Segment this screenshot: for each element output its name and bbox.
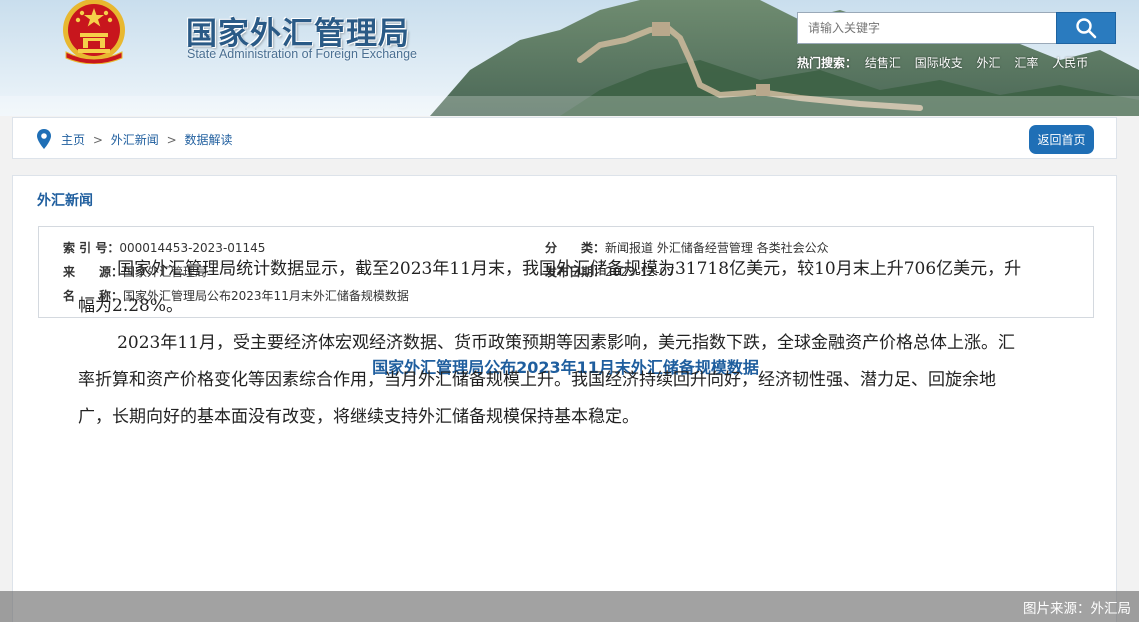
breadcrumb: 主页 > 外汇新闻 > 数据解读 xyxy=(61,131,232,148)
hot-search: 热门搜索： 结售汇 国际收支 外汇 汇率 人民币 xyxy=(797,54,1098,71)
site-subtitle: State Administration of Foreign Exchange xyxy=(187,47,417,61)
breadcrumb-separator: > xyxy=(166,133,177,147)
breadcrumb-bar: 主页 > 外汇新闻 > 数据解读 返回首页 xyxy=(12,117,1117,159)
breadcrumb-home[interactable]: 主页 xyxy=(61,133,85,147)
header-banner: 国家外汇管理局 State Administration of Foreign … xyxy=(0,0,1139,116)
hot-search-link[interactable]: 外汇 xyxy=(977,56,1001,70)
back-to-home-button[interactable]: 返回首页 xyxy=(1029,125,1094,154)
breadcrumb-data-interpretation[interactable]: 数据解读 xyxy=(184,133,232,147)
hot-search-link[interactable]: 结售汇 xyxy=(865,56,901,70)
location-pin-icon xyxy=(37,129,51,149)
image-credit: 图片来源：外汇局 xyxy=(1023,601,1131,617)
image-credit-bar xyxy=(0,591,1139,622)
search-input[interactable] xyxy=(797,12,1057,44)
breadcrumb-foreign-exchange-news[interactable]: 外汇新闻 xyxy=(111,133,159,147)
search-icon xyxy=(1076,18,1097,39)
breadcrumb-separator: > xyxy=(92,133,103,147)
hot-search-label: 热门搜索： xyxy=(797,56,858,70)
article-paragraph: 国家外汇管理局统计数据显示，截至2023年11月末，我国外汇储备规模为31718… xyxy=(78,259,1022,316)
hot-search-link[interactable]: 汇率 xyxy=(1014,56,1038,70)
section-title: 外汇新闻 xyxy=(37,193,93,209)
hot-search-link[interactable]: 人民币 xyxy=(1052,56,1088,70)
hot-search-link[interactable]: 国际收支 xyxy=(915,56,963,70)
article-paragraph: 2023年11月，受主要经济体宏观经济数据、货币政策预期等因素影响，美元指数下跌… xyxy=(78,333,1015,427)
search-button[interactable] xyxy=(1056,12,1116,44)
article-body: 国家外汇管理局统计数据显示，截至2023年11月末，我国外汇储备规模为31718… xyxy=(78,251,1028,436)
national-emblem-icon xyxy=(63,0,125,64)
